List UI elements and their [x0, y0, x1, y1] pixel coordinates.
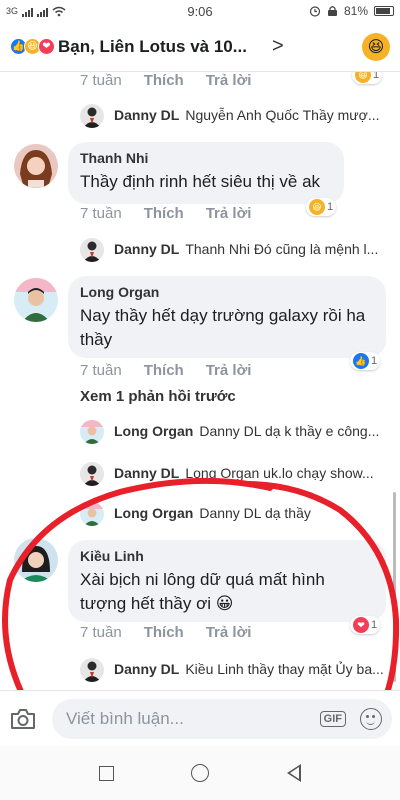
reply-preview[interactable]: Danny DL Long Organ uk.lo chạy show... — [114, 465, 384, 481]
reply-text: Nguyễn Anh Quốc Thầy mượ... — [185, 107, 380, 123]
comment-input[interactable] — [66, 708, 320, 729]
comment-meta: 7 tuần Thích Trả lời — [80, 624, 251, 641]
reply-text: Thanh Nhi Đó cũng là mệnh l... — [185, 241, 379, 257]
comment-meta: 7 tuần Thích Trả lời — [80, 205, 251, 222]
reply-author[interactable]: Danny DL — [114, 241, 179, 257]
reaction-count: 1 — [371, 619, 378, 631]
reply-author[interactable]: Long Organ — [114, 423, 193, 439]
battery-icon — [374, 6, 394, 16]
reaction-count: 1 — [371, 355, 378, 367]
signal-icon-2 — [37, 6, 49, 17]
reply-link[interactable]: Trả lời — [206, 362, 252, 379]
avatar[interactable] — [80, 104, 104, 128]
reply-preview[interactable]: Danny DL Nguyễn Anh Quốc Thầy mượ... — [114, 107, 384, 123]
reactors-title[interactable]: Bạn, Liên Lotus và 10... — [58, 37, 268, 57]
comment-time: 7 tuần — [80, 205, 122, 222]
reaction-badge[interactable]: 😆 1 — [306, 198, 337, 216]
chevron-right-icon[interactable]: > — [272, 35, 292, 58]
comment-author[interactable]: Kiều Linh — [80, 548, 374, 564]
reply-text: Kiều Linh thầy thay mặt Ủy ba... — [185, 661, 384, 677]
avatar[interactable] — [14, 278, 58, 322]
haha-react-button[interactable]: 😆 — [362, 32, 390, 61]
haha-icon: 😆 — [309, 199, 325, 215]
reply-text: Long Organ uk.lo chạy show... — [185, 465, 374, 481]
reply-preview[interactable]: Long Organ Danny DL dạ thầy — [114, 505, 384, 521]
love-icon: ❤ — [353, 617, 369, 633]
reply-link[interactable]: Trả lời — [206, 624, 252, 641]
avatar[interactable] — [80, 502, 104, 526]
comment-input-pill[interactable]: GIF — [52, 698, 392, 739]
comment-bubble[interactable]: Long Organ Nay thầy hết dạy trường galax… — [68, 276, 386, 358]
reactions-header[interactable]: 👍 😆 ❤ Bạn, Liên Lotus và 10... > 😆 — [0, 22, 400, 72]
haha-icon: 😆 — [355, 72, 371, 83]
emoji-icon[interactable] — [360, 707, 382, 730]
avatar[interactable] — [14, 538, 58, 582]
comment-composer: GIF — [0, 690, 400, 746]
comment-feed[interactable]: 7 tuần Thích Trả lời 😆 1 Danny DL Nguyễn… — [0, 72, 400, 690]
comment-author[interactable]: Long Organ — [80, 284, 374, 300]
avatar[interactable] — [80, 658, 104, 682]
status-bar: 3G 9:06 81% — [0, 0, 400, 22]
back-button[interactable] — [287, 764, 302, 782]
signal-icon — [22, 6, 34, 17]
wifi-icon — [52, 6, 66, 16]
reply-author[interactable]: Danny DL — [114, 465, 179, 481]
comment-time: 7 tuần — [80, 624, 122, 641]
alarm-icon — [309, 6, 321, 17]
reaction-count: 1 — [327, 201, 334, 213]
reaction-count: 1 — [373, 72, 380, 81]
comment-time: 7 tuần — [80, 362, 122, 379]
home-button[interactable] — [191, 764, 210, 782]
comment-meta: 7 tuần Thích Trả lời — [80, 72, 251, 89]
comment-bubble[interactable]: Kiều Linh Xài bịch ni lông dữ quá mất hì… — [68, 540, 386, 622]
reply-preview[interactable]: Danny DL Thanh Nhi Đó cũng là mệnh l... — [114, 241, 384, 257]
system-nav-bar — [0, 746, 400, 800]
comment-text: Xài bịch ni lông dữ quá mất hình tượng h… — [80, 570, 325, 613]
recents-button[interactable] — [98, 765, 114, 781]
comment-meta: 7 tuần Thích Trả lời — [80, 362, 251, 379]
avatar[interactable] — [80, 238, 104, 262]
comment-author[interactable]: Thanh Nhi — [80, 150, 332, 166]
reply-author[interactable]: Danny DL — [114, 107, 179, 123]
reply-text: Danny DL dạ thầy — [199, 505, 311, 521]
like-link[interactable]: Thích — [144, 72, 184, 89]
reaction-summary[interactable]: 👍 😆 ❤ — [10, 38, 55, 55]
comment-text: Nay thầy hết dạy trường galaxy rồi ha th… — [80, 306, 366, 349]
avatar[interactable] — [14, 144, 58, 188]
battery-percent: 81% — [343, 4, 368, 18]
network-type: 3G — [6, 6, 19, 16]
avatar[interactable] — [80, 420, 104, 444]
view-previous-replies-link[interactable]: Xem 1 phản hồi trước — [80, 388, 236, 405]
reply-author[interactable]: Long Organ — [114, 505, 193, 521]
avatar[interactable] — [80, 462, 104, 486]
status-right: 81% — [274, 4, 394, 18]
reply-author[interactable]: Danny DL — [114, 661, 179, 677]
like-link[interactable]: Thích — [144, 205, 184, 222]
status-left: 3G — [6, 6, 126, 17]
camera-icon[interactable] — [8, 706, 38, 732]
comment-bubble[interactable]: Thanh Nhi Thầy định rinh hết siêu thị về… — [68, 142, 344, 204]
reaction-badge[interactable]: 👍 1 — [350, 352, 381, 370]
reply-preview[interactable]: Danny DL Kiều Linh thầy thay mặt Ủy ba..… — [114, 661, 384, 677]
like-link[interactable]: Thích — [144, 624, 184, 641]
like-icon: 👍 — [353, 353, 369, 369]
scrollbar[interactable] — [393, 492, 396, 682]
reply-link[interactable]: Trả lời — [206, 205, 252, 222]
love-icon: ❤ — [38, 38, 55, 55]
like-link[interactable]: Thích — [144, 362, 184, 379]
comment-time: 7 tuần — [80, 72, 122, 89]
gif-button[interactable]: GIF — [319, 710, 346, 727]
lock-icon — [327, 6, 337, 16]
reaction-badge[interactable]: 😆 1 — [352, 72, 383, 84]
status-time: 9:06 — [187, 3, 213, 19]
reaction-badge[interactable]: ❤ 1 — [350, 616, 381, 634]
reply-preview[interactable]: Long Organ Danny DL dạ k thầy e công... — [114, 423, 384, 439]
comment-text: Thầy định rinh hết siêu thị về ak — [80, 172, 321, 191]
reply-link[interactable]: Trả lời — [206, 72, 252, 89]
reply-text: Danny DL dạ k thầy e công... — [199, 423, 380, 439]
